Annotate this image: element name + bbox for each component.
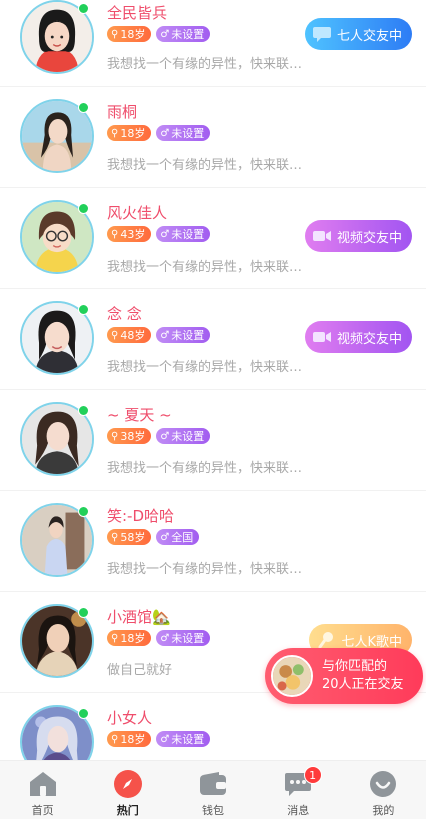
online-indicator [78,3,89,14]
search-icon: ⚲ [111,28,119,40]
bottom-tab-bar: 首页 热门 钱包 1 消息 我的 [0,760,426,819]
male-icon: ♂ [160,733,170,745]
online-indicator [78,506,89,517]
age-badge: ⚲ 18岁 [107,125,152,141]
user-name: 小女人 [107,709,153,727]
user-name: 小酒馆🏡 [107,608,171,626]
gender-badge: ♂ 未设置 [156,731,211,747]
user-badges: ⚲ 18岁 ♂ 未设置 [107,630,211,646]
male-icon: ♂ [160,28,170,40]
age-badge: ⚲ 18岁 [107,26,152,42]
user-bio: 我想找一个有缘的异性，快来联… [107,461,303,476]
gender-badge: ♂ 全国 [156,529,200,545]
user-badges: ⚲ 48岁 ♂ 未设置 [107,327,211,343]
user-bio: 我想找一个有缘的异性，快来联… [107,360,303,375]
match-text: 与你匹配的 20人正在交友 [322,659,404,692]
user-row[interactable]: 全民皆兵 ⚲ 18岁 ♂ 未设置 我想找一个有缘的异性，快来联… 七人交友中 [0,0,426,87]
male-icon: ♂ [160,228,170,240]
tab-home[interactable]: 首页 [0,761,85,819]
user-name: 雨桐 [107,103,138,121]
search-icon: ⚲ [111,531,119,543]
age-badge: ⚲ 58岁 [107,529,152,545]
user-badges: ⚲ 18岁 ♂ 未设置 [107,731,211,747]
user-name: 风火佳人 [107,204,168,222]
search-icon: ⚲ [111,430,119,442]
gender-badge: ♂ 未设置 [156,125,211,141]
male-icon: ♂ [160,430,170,442]
search-icon: ⚲ [111,632,119,644]
profile-icon [368,769,398,799]
user-bio: 我想找一个有缘的异性，快来联… [107,158,303,173]
online-indicator [78,708,89,719]
male-icon: ♂ [160,531,170,543]
online-indicator [78,102,89,113]
tab-profile[interactable]: 我的 [341,761,426,819]
home-icon [28,769,58,799]
gender-badge: ♂ 未设置 [156,428,211,444]
online-indicator [78,607,89,618]
user-badges: ⚲ 38岁 ♂ 未设置 [107,428,211,444]
user-name: 全民皆兵 [107,4,168,22]
user-row[interactable]: ~ 夏天 ~ ⚲ 38岁 ♂ 未设置 我想找一个有缘的异性，快来联… [0,390,426,491]
search-icon: ⚲ [111,329,119,341]
user-badges: ⚲ 43岁 ♂ 未设置 [107,226,211,242]
search-icon: ⚲ [111,127,119,139]
male-icon: ♂ [160,127,170,139]
online-indicator [78,304,89,315]
online-indicator [78,203,89,214]
user-feed: 全民皆兵 ⚲ 18岁 ♂ 未设置 我想找一个有缘的异性，快来联… 七人交友中 雨桐 … [0,0,426,760]
user-row[interactable]: 念 念 ⚲ 48岁 ♂ 未设置 我想找一个有缘的异性，快来联… 视频交友中 [0,289,426,390]
search-icon: ⚲ [111,733,119,745]
male-icon: ♂ [160,632,170,644]
user-row[interactable]: 风火佳人 ⚲ 43岁 ♂ 未设置 我想找一个有缘的异性，快来联… 视频交友中 [0,188,426,289]
user-name: 笑:-D哈哈 [107,507,175,525]
tab-messages[interactable]: 1 消息 [256,761,341,819]
age-badge: ⚲ 43岁 [107,226,152,242]
online-indicator [78,405,89,416]
chat-bubble-icon [311,25,333,43]
video-camera-icon [311,227,333,245]
user-bio: 我想找一个有缘的异性，快来联… [107,562,303,577]
tab-hot[interactable]: 热门 [85,761,170,819]
live-status-button[interactable]: 视频交友中 [304,321,412,353]
gender-badge: ♂ 未设置 [156,226,211,242]
user-badges: ⚲ 18岁 ♂ 未设置 [107,125,211,141]
tab-wallet[interactable]: 钱包 [170,761,255,819]
user-row[interactable]: 笑:-D哈哈 ⚲ 58岁 ♂ 全国 我想找一个有缘的异性，快来联… [0,491,426,592]
user-bio: 做自己就好 [107,663,173,678]
age-badge: ⚲ 18岁 [107,630,152,646]
live-status-button[interactable]: 七人交友中 [304,18,412,50]
match-avatar [271,655,313,697]
user-badges: ⚲ 58岁 ♂ 全国 [107,529,200,545]
hot-compass-icon [113,769,143,799]
search-icon: ⚲ [111,228,119,240]
user-name: ~ 夏天 ~ [107,406,172,424]
user-bio: 我想找一个有缘的异性，快来联… [107,57,303,72]
user-name: 念 念 [107,305,142,323]
age-badge: ⚲ 38岁 [107,428,152,444]
match-banner[interactable]: 与你匹配的 20人正在交友 [265,648,423,704]
user-row[interactable]: 雨桐 ⚲ 18岁 ♂ 未设置 我想找一个有缘的异性，快来联… [0,87,426,188]
male-icon: ♂ [160,329,170,341]
age-badge: ⚲ 48岁 [107,327,152,343]
gender-badge: ♂ 未设置 [156,630,211,646]
gender-badge: ♂ 未设置 [156,26,211,42]
video-camera-icon [311,328,333,346]
unread-badge: 1 [303,766,322,784]
live-status-button[interactable]: 视频交友中 [304,220,412,252]
age-badge: ⚲ 18岁 [107,731,152,747]
gender-badge: ♂ 未设置 [156,327,211,343]
user-badges: ⚲ 18岁 ♂ 未设置 [107,26,211,42]
wallet-icon [198,769,228,799]
microphone-icon [315,631,337,649]
user-bio: 我想找一个有缘的异性，快来联… [107,260,303,275]
